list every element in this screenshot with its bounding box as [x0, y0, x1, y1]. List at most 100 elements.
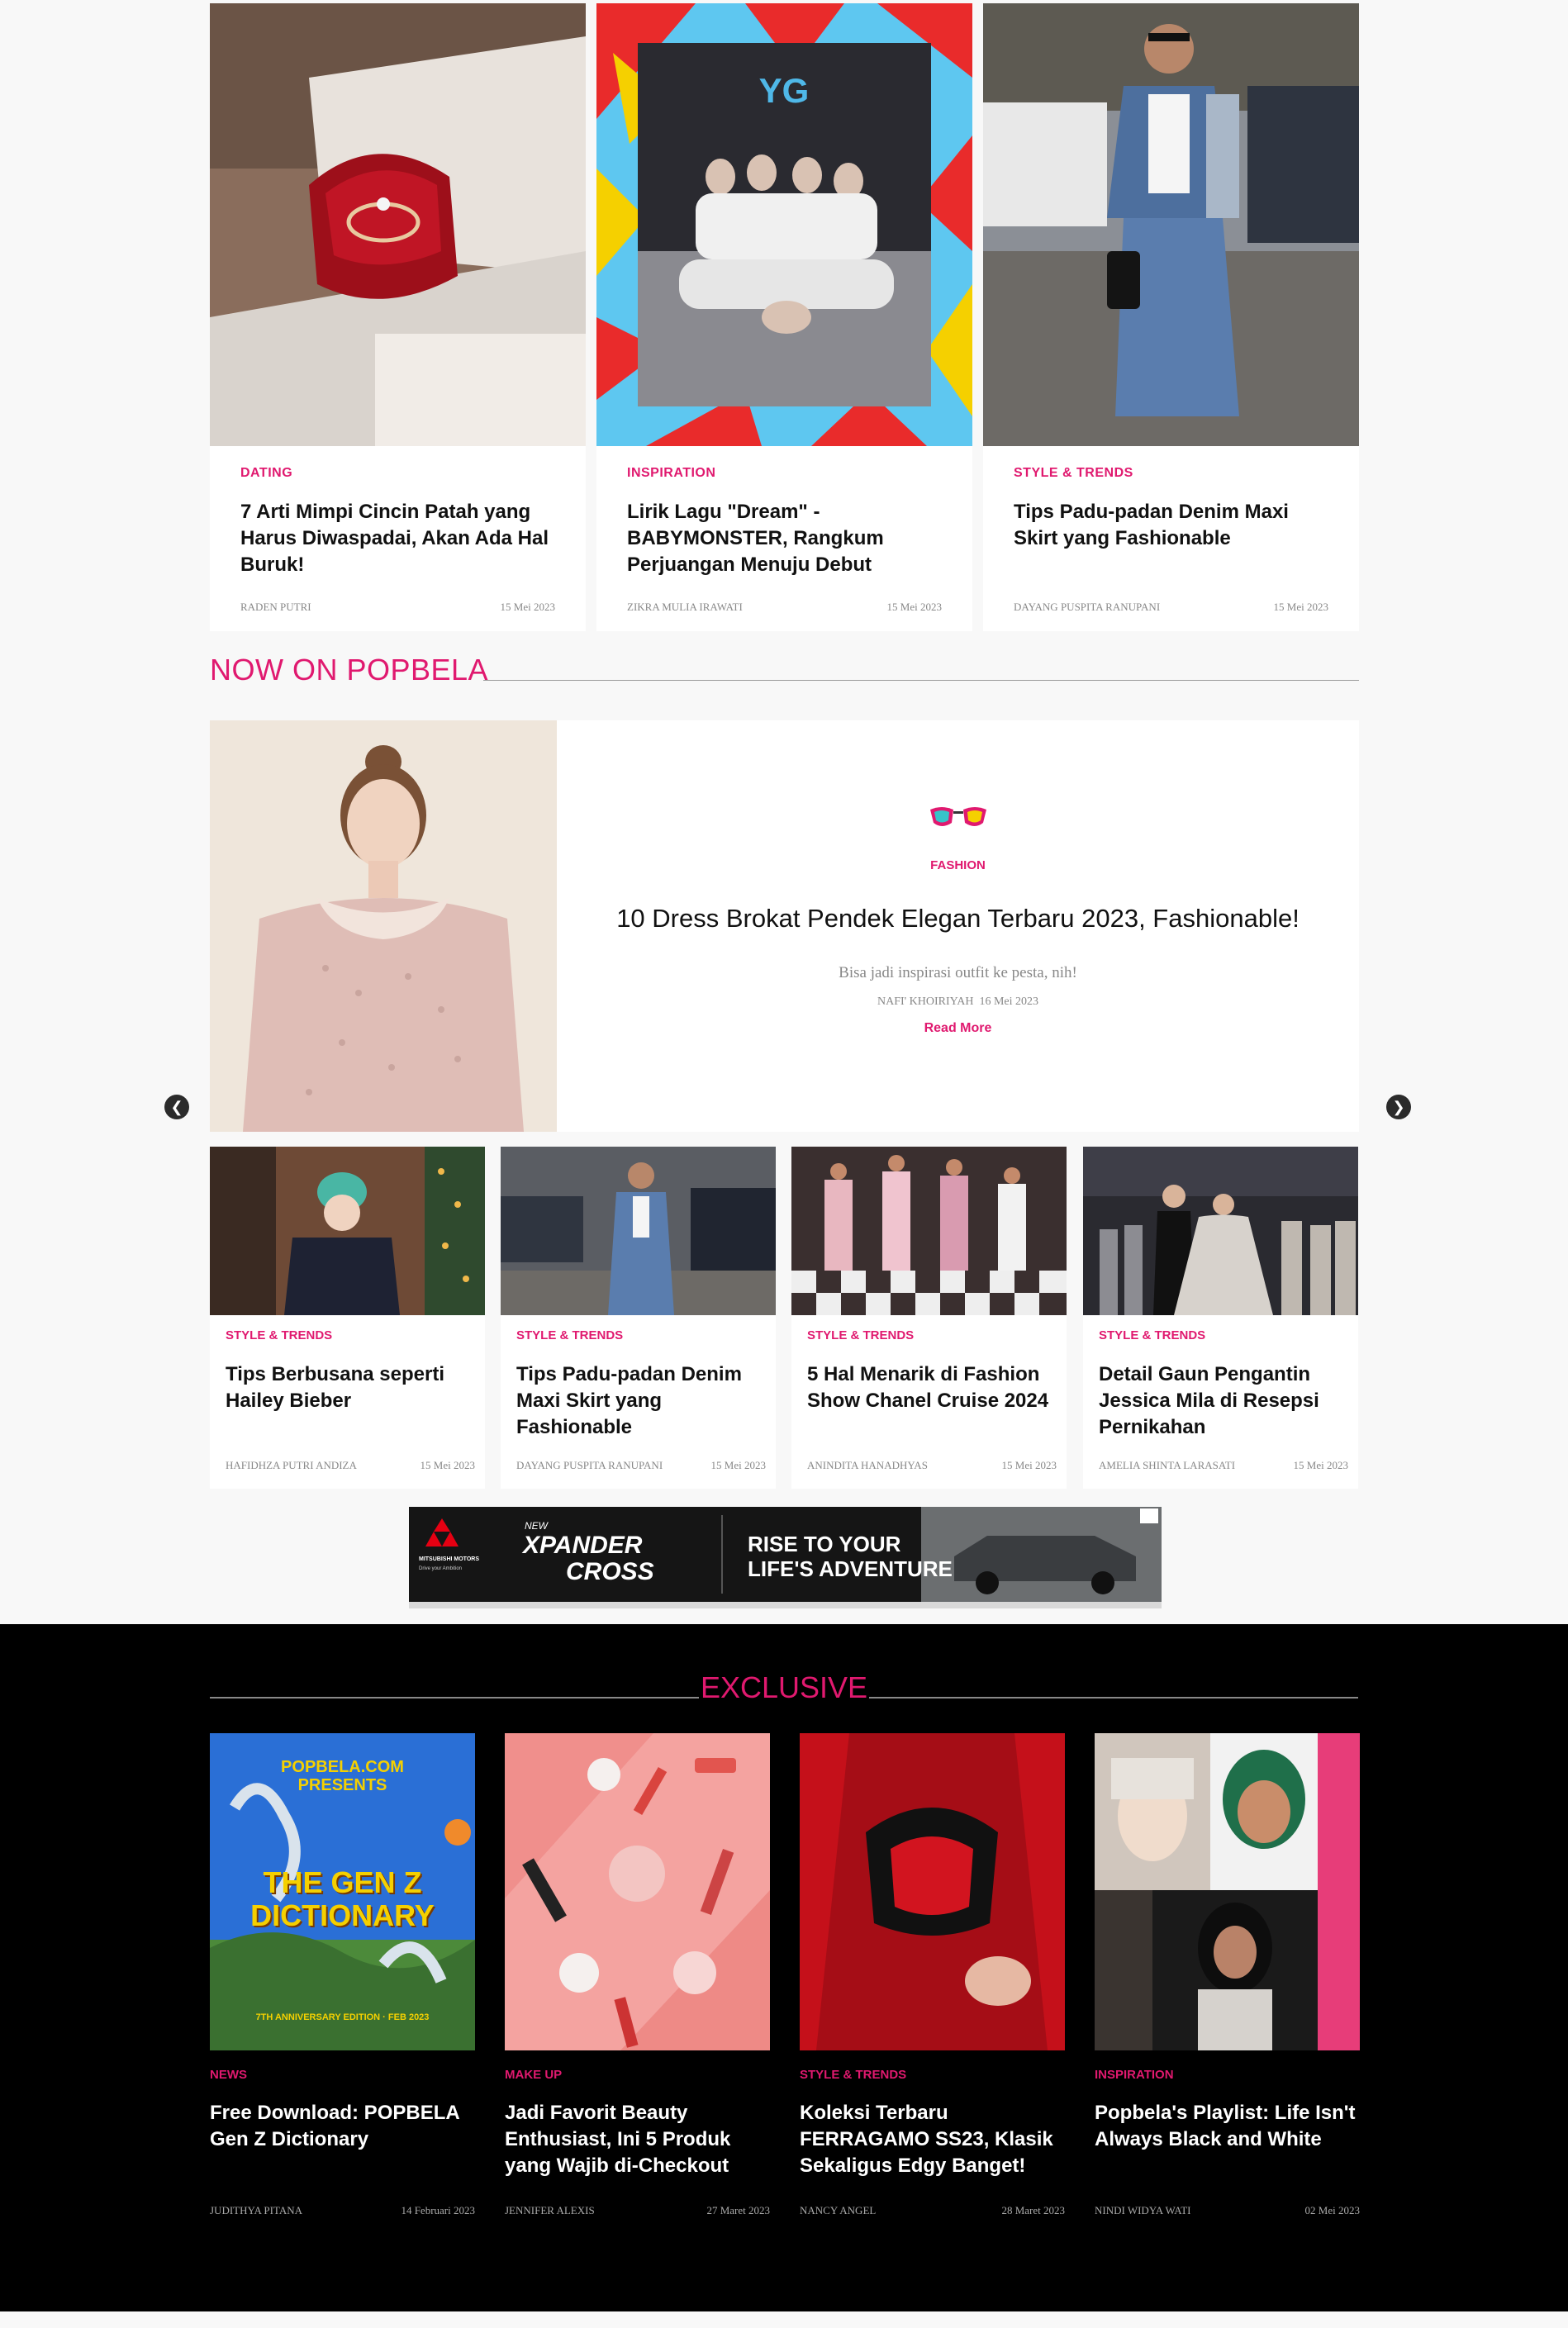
ad-product-line2: CROSS [566, 1558, 654, 1585]
article-author: RADEN PUTRI [240, 601, 311, 613]
chevron-right-icon: ❯ [1392, 1099, 1405, 1115]
article-author: DAYANG PUSPITA RANUPANI [1014, 601, 1161, 613]
article-author: ZIKRA MULIA IRAWATI [627, 601, 743, 613]
exclusive-category[interactable]: MAKE UP [505, 2068, 562, 2082]
exclusive-image-genz-dictionary[interactable]: POPBELA.COM PRESENTS THE GEN Z DICTIONAR… [210, 1733, 475, 2050]
exclusive-title[interactable]: Free Download: POPBELA Gen Z Dictionary [210, 2100, 475, 2153]
article-card[interactable]: STYLE & TRENDS Tips Padu-padan Denim Max… [501, 1147, 776, 1489]
article-category[interactable]: STYLE & TRENDS [516, 1328, 623, 1342]
featured-date: 16 Mei 2023 [979, 995, 1039, 1008]
exclusive-date: 02 Mei 2023 [1304, 2204, 1360, 2216]
article-card[interactable]: STYLE & TRENDS 5 Hal Menarik di Fashion … [791, 1147, 1067, 1489]
article-title[interactable]: 7 Arti Mimpi Cincin Patah yang Harus Diw… [240, 499, 563, 578]
cover-big2: DICTIONARY [250, 1898, 435, 1932]
article-image-ring-box[interactable] [210, 3, 586, 446]
article-image-hailey[interactable] [210, 1147, 485, 1315]
article-date: 15 Mei 2023 [500, 601, 555, 613]
article-date: 15 Mei 2023 [1001, 1459, 1057, 1471]
article-category[interactable]: DATING [240, 466, 292, 481]
read-more-link[interactable]: Read More [557, 1021, 1359, 1036]
article-date: 15 Mei 2023 [886, 601, 942, 613]
section-divider [483, 680, 1359, 681]
article-author: AMELIA SHINTA LARASATI [1099, 1459, 1236, 1471]
featured-title[interactable]: 10 Dress Brokat Pendek Elegan Terbaru 20… [557, 904, 1359, 934]
exclusive-category[interactable]: NEWS [210, 2068, 247, 2082]
cover-foot: 7TH ANNIVERSARY EDITION · FEB 2023 [255, 2012, 430, 2022]
article-category[interactable]: STYLE & TRENDS [1014, 466, 1133, 481]
ad-headline-2: LIFE'S ADVENTURE [748, 1556, 953, 1581]
section-heading-now-on: NOW ON POPBELA [210, 653, 489, 687]
article-category[interactable]: INSPIRATION [627, 466, 715, 481]
article-image-denim[interactable] [501, 1147, 776, 1315]
exclusive-title[interactable]: Koleksi Terbaru FERRAGAMO SS23, Klasik S… [800, 2100, 1065, 2179]
cover-big1: THE GEN Z [263, 1865, 422, 1899]
article-category[interactable]: STYLE & TRENDS [807, 1328, 914, 1342]
exclusive-card[interactable]: STYLE & TRENDS Koleksi Terbaru FERRAGAMO… [800, 1733, 1065, 2229]
heart-glasses-icon [927, 803, 990, 831]
article-title[interactable]: Tips Padu-padan Denim Maxi Skirt yang Fa… [516, 1361, 768, 1441]
exclusive-image-makeup[interactable] [505, 1733, 770, 2050]
article-title[interactable]: 5 Hal Menarik di Fashion Show Chanel Cru… [807, 1361, 1059, 1414]
article-category[interactable]: STYLE & TRENDS [226, 1328, 332, 1342]
article-image-denim-street[interactable] [983, 3, 1359, 446]
article-image-chanel[interactable] [791, 1147, 1067, 1315]
ad-banner[interactable]: MITSUBISHI MOTORS Drive your Ambition NE… [409, 1507, 1162, 1602]
featured-subtitle: Bisa jadi inspirasi outfit ke pesta, nih… [839, 964, 1077, 981]
article-title[interactable]: Lirik Lagu "Dream" - BABYMONSTER, Rangku… [627, 499, 949, 578]
exclusive-card[interactable]: INSPIRATION Popbela's Playlist: Life Isn… [1095, 1733, 1360, 2229]
exclusive-author: NINDI WIDYA WATI [1095, 2204, 1191, 2216]
exclusive-date: 14 Februari 2023 [401, 2204, 475, 2216]
ad-brand-tagline: Drive your Ambition [419, 1566, 463, 1571]
article-date: 15 Mei 2023 [1273, 601, 1328, 613]
exclusive-author: JUDITHYA PITANA [210, 2204, 302, 2216]
section-heading-exclusive: EXCLUSIVE [700, 1670, 868, 1704]
section-divider [869, 1697, 1358, 1698]
ad-product-new: NEW [525, 1520, 548, 1532]
article-author: DAYANG PUSPITA RANUPANI [516, 1459, 663, 1471]
article-image-babymonster[interactable]: YG [596, 3, 972, 446]
article-card[interactable]: STYLE & TRENDS Tips Berbusana seperti Ha… [210, 1147, 485, 1489]
exclusive-image-playlist[interactable] [1095, 1733, 1360, 2050]
featured-image[interactable] [210, 720, 557, 1132]
exclusive-section: EXCLUSIVE POPBELA.COM PRESENTS THE GEN Z… [0, 1624, 1568, 2311]
article-author: HAFIDHZA PUTRI ANDIZA [226, 1459, 357, 1471]
article-title[interactable]: Tips Padu-padan Denim Maxi Skirt yang Fa… [1014, 499, 1336, 552]
featured-meta: NAFI' KHOIRIYAH 16 Mei 2023 [557, 995, 1359, 1009]
featured-article[interactable]: FASHION 10 Dress Brokat Pendek Elegan Te… [210, 720, 1359, 1132]
exclusive-title[interactable]: Popbela's Playlist: Life Isn't Always Bl… [1095, 2100, 1360, 2153]
featured-author: NAFI' KHOIRIYAH [877, 995, 974, 1008]
article-author: ANINDITA HANADHYAS [807, 1459, 928, 1471]
exclusive-card[interactable]: POPBELA.COM PRESENTS THE GEN Z DICTIONAR… [210, 1733, 475, 2229]
exclusive-card[interactable]: MAKE UP Jadi Favorit Beauty Enthusiast, … [505, 1733, 770, 2229]
exclusive-image-ferragamo[interactable] [800, 1733, 1065, 2050]
cover-line2: PRESENTS [297, 1776, 387, 1794]
ad-footer-bar [409, 1602, 1162, 1608]
carousel-prev-button[interactable]: ❮ [164, 1095, 189, 1119]
carousel-next-button[interactable]: ❯ [1386, 1095, 1411, 1119]
article-title[interactable]: Detail Gaun Pengantin Jessica Mila di Re… [1099, 1361, 1351, 1441]
exclusive-category[interactable]: INSPIRATION [1095, 2068, 1174, 2082]
article-card[interactable]: DATING 7 Arti Mimpi Cincin Patah yang Ha… [210, 3, 586, 631]
ad-brand: MITSUBISHI MOTORS [419, 1556, 479, 1562]
ad-headline-1: RISE TO YOUR [748, 1532, 901, 1556]
exclusive-date: 28 Maret 2023 [1001, 2204, 1065, 2216]
exclusive-title[interactable]: Jadi Favorit Beauty Enthusiast, Ini 5 Pr… [505, 2100, 770, 2179]
exclusive-date: 27 Maret 2023 [706, 2204, 770, 2216]
article-card[interactable]: STYLE & TRENDS Tips Padu-padan Denim Max… [983, 3, 1359, 631]
cover-line1: POPBELA.COM [281, 1758, 404, 1776]
exclusive-category[interactable]: STYLE & TRENDS [800, 2068, 906, 2082]
svg-text:YG: YG [759, 71, 810, 110]
featured-category[interactable]: FASHION [210, 858, 1359, 872]
article-image-wedding[interactable] [1083, 1147, 1358, 1315]
exclusive-author: NANCY ANGEL [800, 2204, 877, 2216]
ad-product-line1: XPANDER [523, 1532, 643, 1559]
exclusive-author: JENNIFER ALEXIS [505, 2204, 595, 2216]
article-date: 15 Mei 2023 [420, 1459, 475, 1471]
article-card[interactable]: YG INSPIRATION Lirik Lagu "Dream" - BABY… [596, 3, 972, 631]
article-card[interactable]: STYLE & TRENDS Detail Gaun Pengantin Jes… [1083, 1147, 1358, 1489]
article-date: 15 Mei 2023 [710, 1459, 766, 1471]
article-date: 15 Mei 2023 [1293, 1459, 1348, 1471]
chevron-left-icon: ❮ [170, 1099, 183, 1115]
article-title[interactable]: Tips Berbusana seperti Hailey Bieber [226, 1361, 478, 1414]
article-category[interactable]: STYLE & TRENDS [1099, 1328, 1205, 1342]
